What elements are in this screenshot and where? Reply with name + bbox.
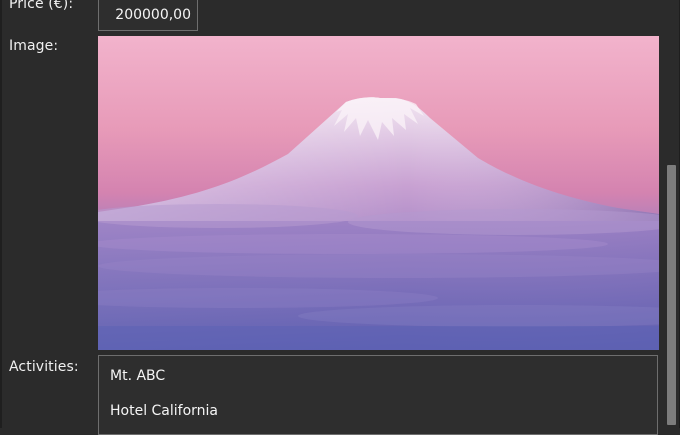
details-panel: Price (€): 200000,00 Image: Activities: …	[0, 0, 680, 435]
activity-item[interactable]: Mt. ABC	[110, 368, 165, 384]
activities-list[interactable]: Mt. ABC Hotel California	[98, 355, 658, 435]
panel-left-border	[0, 0, 2, 428]
scrollbar-thumb[interactable]	[667, 165, 676, 425]
mountain-photo	[98, 36, 659, 350]
image-label: Image:	[9, 38, 59, 54]
destination-image[interactable]	[98, 36, 659, 350]
activity-item[interactable]: Hotel California	[110, 403, 218, 419]
price-field[interactable]: 200000,00	[98, 0, 198, 31]
price-label: Price (€):	[9, 0, 74, 12]
activities-label: Activities:	[9, 359, 79, 375]
